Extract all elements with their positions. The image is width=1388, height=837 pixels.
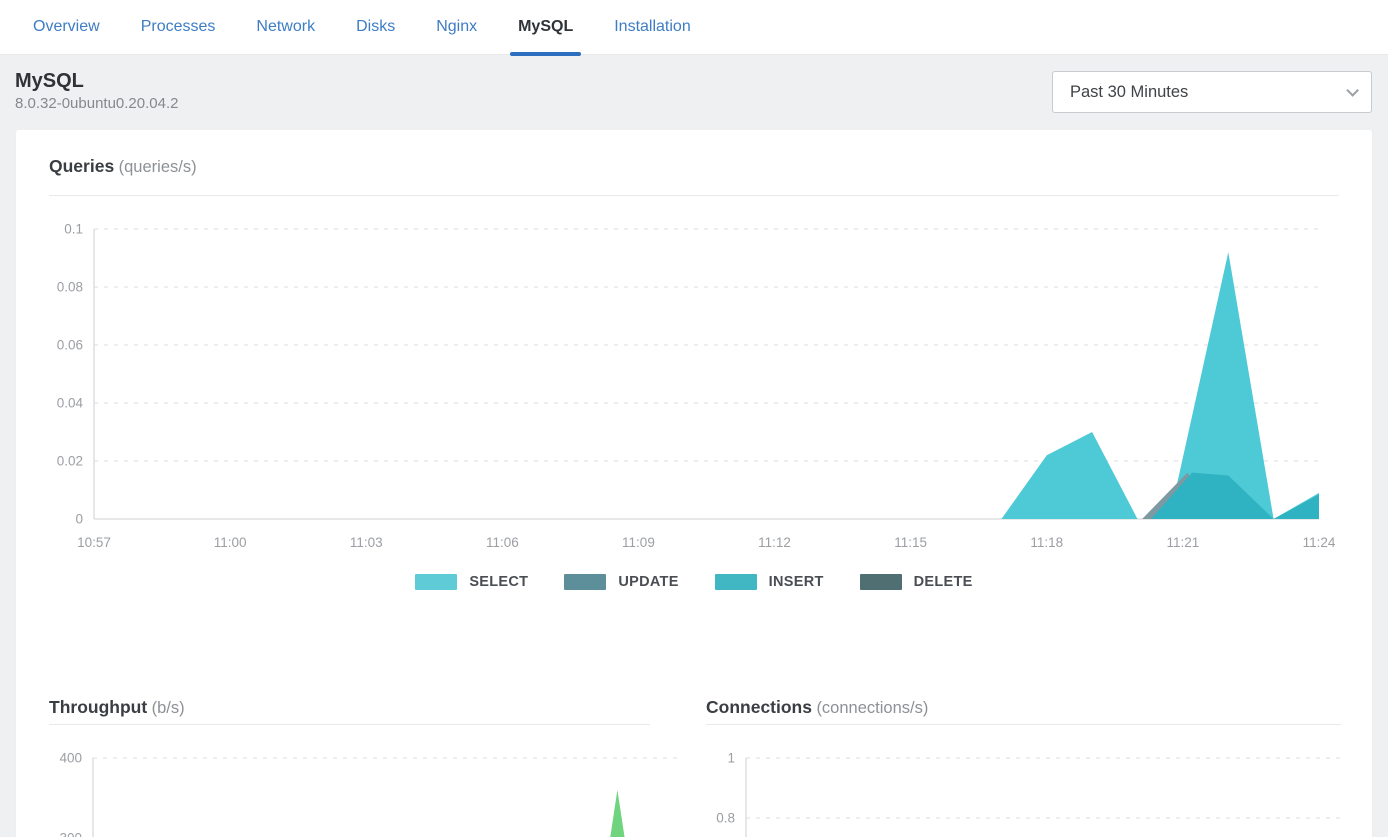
- header-title-block: MySQL 8.0.32-0ubuntu0.20.04.2: [15, 68, 178, 114]
- legend-label: UPDATE: [618, 574, 678, 590]
- x-tick-label: 10:57: [77, 535, 111, 550]
- queries-panel: Queries (queries/s) 0 0.02 0.04 0.06 0.08 0.1…: [16, 130, 1372, 592]
- y-tick-label: 0: [75, 512, 83, 527]
- tab-overview[interactable]: Overview: [33, 0, 100, 55]
- y-tick-label: 1: [727, 751, 735, 766]
- y-tick-label: 0.8: [716, 811, 735, 826]
- x-tick-label: 11:09: [622, 535, 655, 550]
- tab-processes[interactable]: Processes: [141, 0, 216, 55]
- divider: [49, 195, 1339, 196]
- divider: [706, 724, 1341, 725]
- queries-panel-header: Queries (queries/s): [16, 130, 1372, 177]
- tab-mysql[interactable]: MySQL: [518, 0, 573, 55]
- page-header: MySQL 8.0.32-0ubuntu0.20.04.2 Past 30 Mi…: [0, 55, 1388, 130]
- x-tick-label: 11:18: [1030, 535, 1063, 550]
- y-tick-label: 0.06: [57, 338, 83, 353]
- legend-item-select: SELECT: [415, 574, 528, 590]
- tab-bar: Overview Processes Network Disks Nginx MySQL I…: [0, 0, 1388, 55]
- x-tick-label: 11:00: [214, 535, 247, 550]
- divider: [49, 724, 650, 725]
- x-tick-label: 11:15: [894, 535, 927, 550]
- y-tick-label: 0.04: [57, 396, 84, 411]
- connections-title: Connections: [706, 697, 812, 717]
- legend-item-insert: INSERT: [715, 574, 824, 590]
- bottom-charts-row: Throughput (b/s) 300 400 Connections (con…: [16, 682, 1372, 837]
- throughput-panel-header: Throughput (b/s): [16, 682, 683, 718]
- tab-disks[interactable]: Disks: [356, 0, 395, 55]
- legend-label: SELECT: [469, 574, 528, 590]
- time-range-value: Past 30 Minutes: [1070, 83, 1188, 102]
- time-range-select[interactable]: Past 30 Minutes: [1052, 71, 1372, 113]
- y-tick-label: 0.1: [64, 222, 83, 237]
- legend-swatch-update: [564, 574, 606, 590]
- tab-nginx[interactable]: Nginx: [436, 0, 477, 55]
- queries-chart: 0 0.02 0.04 0.06 0.08 0.1 10:57 11:00 11:03 11:06…: [16, 214, 1374, 562]
- x-tick-label: 11:12: [758, 535, 791, 550]
- connections-chart: 0.81: [683, 737, 1374, 837]
- legend-swatch-select: [415, 574, 457, 590]
- legend-swatch-delete: [860, 574, 902, 590]
- queries-legend: SELECT UPDATE INSERT DELETE: [16, 572, 1372, 592]
- mysql-version: 8.0.32-0ubuntu0.20.04.2: [15, 94, 178, 114]
- legend-item-update: UPDATE: [564, 574, 678, 590]
- queries-unit: (queries/s): [119, 158, 197, 176]
- connections-unit: (connections/s): [816, 699, 928, 717]
- throughput-unit: (b/s): [152, 699, 185, 717]
- series-throughput: [574, 790, 661, 837]
- queries-title: Queries: [49, 156, 114, 176]
- legend-label: INSERT: [769, 574, 824, 590]
- y-tick-label: 0.02: [57, 454, 83, 469]
- y-tick-label: 400: [59, 751, 82, 766]
- throughput-title: Throughput: [49, 697, 147, 717]
- legend-swatch-insert: [715, 574, 757, 590]
- page-title: MySQL: [15, 68, 178, 94]
- throughput-chart: 300 400: [16, 737, 683, 837]
- x-tick-label: 11:06: [486, 535, 519, 550]
- connections-panel-header: Connections (connections/s): [683, 682, 1374, 718]
- tab-network[interactable]: Network: [256, 0, 315, 55]
- x-tick-label: 11:03: [350, 535, 383, 550]
- connections-panel: Connections (connections/s) 0.81: [683, 682, 1374, 837]
- chevron-down-icon: [1346, 84, 1359, 97]
- y-tick-label: 0.08: [57, 280, 83, 295]
- series-select: [1001, 252, 1319, 519]
- y-tick-label: 300: [59, 831, 82, 837]
- throughput-panel: Throughput (b/s) 300 400: [16, 682, 683, 837]
- content-card: Queries (queries/s) 0 0.02 0.04 0.06 0.08 0.1…: [15, 130, 1373, 837]
- x-tick-label: 11:24: [1303, 535, 1336, 550]
- legend-label: DELETE: [914, 574, 973, 590]
- x-tick-label: 11:21: [1166, 535, 1199, 550]
- legend-item-delete: DELETE: [860, 574, 973, 590]
- tab-installation[interactable]: Installation: [614, 0, 691, 55]
